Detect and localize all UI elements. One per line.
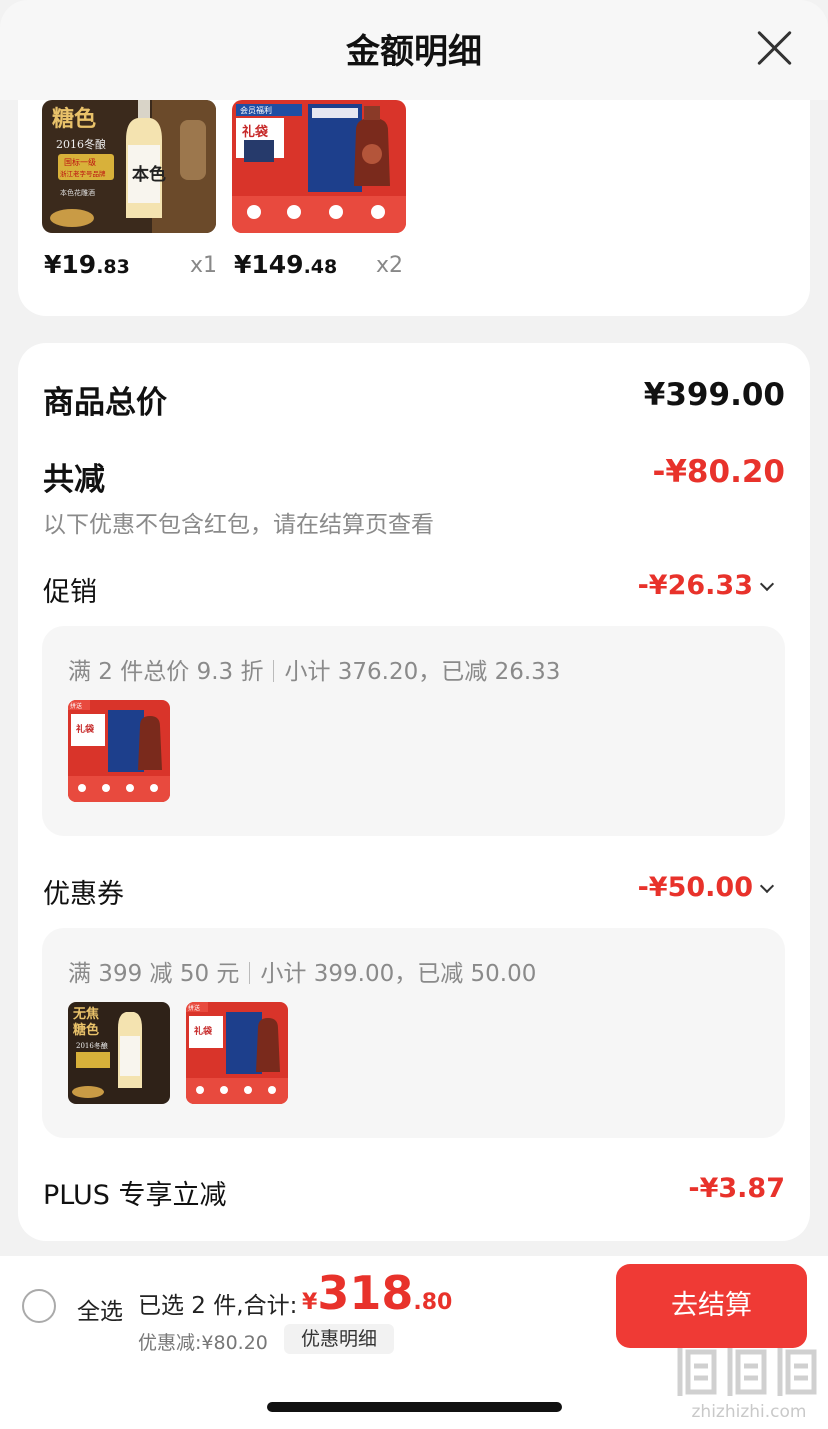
amount-detail-sheet: 金额明细 糖色 2016冬酿 国标一级 浙江老字号品牌 本色花雕酒 本色 ¥19… xyxy=(0,0,828,1429)
sheet-title: 金额明细 xyxy=(346,32,482,72)
coupon-label: 优惠券 xyxy=(43,879,124,910)
svg-text:礼袋: 礼袋 xyxy=(242,124,269,140)
watermark: zhizhizhi.com xyxy=(674,1342,824,1422)
reduce-note: 以下优惠不包含红包，请在结算页查看 xyxy=(43,512,434,538)
select-all-label[interactable]: 全选 xyxy=(77,1292,123,1326)
reduce-label: 共减 xyxy=(43,462,105,498)
product-qty-1: x1 xyxy=(190,253,218,278)
goods-total-label: 商品总价 xyxy=(43,385,167,421)
select-all-radio[interactable] xyxy=(22,1289,56,1323)
reduce-value: -¥80.20 xyxy=(652,454,786,490)
gift-box-image: 会员福利 礼袋 xyxy=(232,100,406,233)
svg-text:拼送: 拼送 xyxy=(70,702,82,710)
svg-text:国标一级: 国标一级 xyxy=(64,157,96,167)
svg-text:拼送: 拼送 xyxy=(188,1004,200,1012)
promo-panel: 满 2 件总价 9.3 折小计 376.20，已减 26.33 拼送 礼袋 xyxy=(42,626,785,836)
coupon-panel: 满 399 减 50 元小计 399.00，已减 50.00 无焦 糖色 201… xyxy=(42,928,785,1138)
checkout-bar: 全选 已选 2 件,合计: ¥318.80 优惠减:¥80.20 优惠明细 去结… xyxy=(0,1256,828,1429)
product-price-2: ¥149.48 xyxy=(234,250,338,279)
svg-text:本色: 本色 xyxy=(132,164,166,185)
saved-amount: 优惠减:¥80.20 xyxy=(138,1332,268,1354)
goods-total-value: ¥399.00 xyxy=(643,377,785,413)
close-icon[interactable] xyxy=(754,28,794,68)
svg-text:会员福利: 会员福利 xyxy=(240,105,272,115)
plus-label: PLUS 专享立减 xyxy=(43,1180,227,1211)
product-qty-2: x2 xyxy=(376,253,404,278)
svg-text:糖色: 糖色 xyxy=(52,106,96,132)
coupon-rule: 满 399 减 50 元小计 399.00，已减 50.00 xyxy=(68,961,537,987)
product-strip: 糖色 2016冬酿 国标一级 浙江老字号品牌 本色花雕酒 本色 ¥19.83 x… xyxy=(18,100,810,316)
product-price-1: ¥19.83 xyxy=(44,250,130,279)
svg-text:礼袋: 礼袋 xyxy=(194,1025,213,1037)
promo-product-thumb[interactable]: 拼送 礼袋 xyxy=(68,700,170,802)
promo-rule: 满 2 件总价 9.3 折小计 376.20，已减 26.33 xyxy=(68,659,561,685)
liquor-bottle-image: 无焦 糖色 2016冬酿 xyxy=(68,1002,170,1104)
coupon-product-thumb-1[interactable]: 无焦 糖色 2016冬酿 xyxy=(68,1002,170,1104)
coupon-value[interactable]: -¥50.00 xyxy=(638,872,753,903)
product-thumb-1[interactable]: 糖色 2016冬酿 国标一级 浙江老字号品牌 本色花雕酒 本色 xyxy=(42,100,216,233)
svg-text:浙江老字号品牌: 浙江老字号品牌 xyxy=(60,169,106,178)
product-thumb-2[interactable]: 会员福利 礼袋 xyxy=(232,100,406,233)
sheet-header: 金额明细 xyxy=(0,0,828,100)
plus-value: -¥3.87 xyxy=(688,1173,785,1204)
gift-box-image: 拼送 礼袋 xyxy=(68,700,170,802)
svg-text:糖色: 糖色 xyxy=(73,1022,99,1038)
promo-value[interactable]: -¥26.33 xyxy=(638,570,753,601)
svg-text:无焦: 无焦 xyxy=(72,1006,99,1022)
price-detail-card: 商品总价 ¥399.00 共减 -¥80.20 以下优惠不包含红包，请在结算页查… xyxy=(18,343,810,1241)
discount-detail-button[interactable]: 优惠明细 xyxy=(284,1324,394,1354)
watermark-text: zhizhizhi.com xyxy=(691,1402,807,1422)
chevron-down-icon[interactable] xyxy=(759,576,775,592)
checkout-button[interactable]: 去结算 xyxy=(616,1264,807,1348)
home-indicator xyxy=(267,1402,562,1412)
svg-text:礼袋: 礼袋 xyxy=(76,723,95,735)
svg-text:2016冬酿: 2016冬酿 xyxy=(56,137,106,151)
svg-text:2016冬酿: 2016冬酿 xyxy=(76,1041,108,1050)
watermark-logo-icon xyxy=(677,1348,817,1396)
promo-label: 促销 xyxy=(43,577,97,608)
gift-box-image: 拼送 礼袋 xyxy=(186,1002,288,1104)
svg-text:本色花雕酒: 本色花雕酒 xyxy=(60,188,95,197)
total-amount: ¥318.80 xyxy=(302,1266,453,1320)
selected-count: 已选 2 件,合计: xyxy=(138,1293,298,1319)
chevron-down-icon[interactable] xyxy=(759,878,775,894)
liquor-bottle-image: 糖色 2016冬酿 国标一级 浙江老字号品牌 本色花雕酒 本色 xyxy=(42,100,216,233)
coupon-product-thumb-2[interactable]: 拼送 礼袋 xyxy=(186,1002,288,1104)
